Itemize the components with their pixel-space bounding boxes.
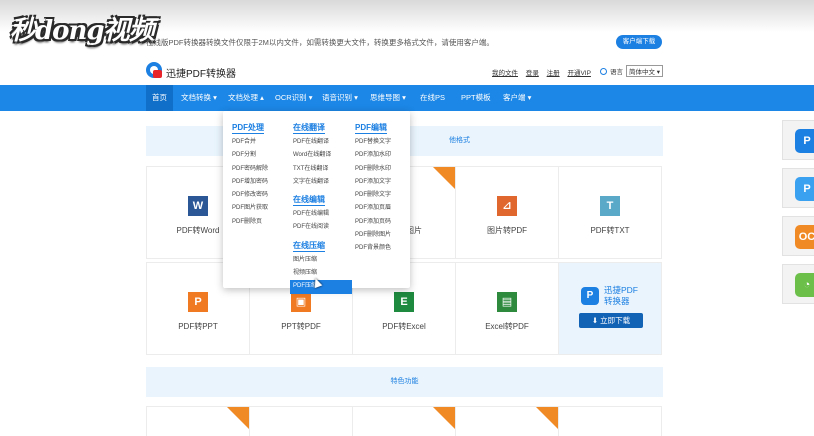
doc-process-dropdown: PDF处理 PDF合并 PDF分割 PDF密码解除 PDF增加密码 PDF修改密… bbox=[223, 111, 410, 294]
app-logo-icon: P bbox=[581, 287, 599, 305]
menu-item-pdf-extract-images[interactable]: PDF图片获取 bbox=[232, 202, 268, 215]
menu-item-pdf-read[interactable]: PDF在线阅读 bbox=[293, 221, 352, 234]
menu-item-pdf-edit[interactable]: PDF在线编辑 bbox=[293, 208, 352, 221]
promo-line-2: 转换器 bbox=[604, 296, 630, 306]
chat-icon: ◔ bbox=[795, 273, 814, 297]
tool-label: PDF转Excel bbox=[382, 322, 426, 331]
txt-icon: T bbox=[600, 196, 620, 216]
header-links: 我的文件 登录 注册 开通VIP bbox=[492, 67, 597, 77]
globe-icon bbox=[600, 67, 607, 75]
menu-item-pdf-background[interactable]: PDF背景颜色 bbox=[355, 242, 391, 255]
vip-link[interactable]: 开通VIP bbox=[567, 70, 590, 77]
ocr-icon: OC bbox=[795, 225, 814, 249]
side-pdf-app[interactable]: P bbox=[782, 120, 814, 160]
menu-item-pdf-add-password[interactable]: PDF增加密码 bbox=[232, 176, 268, 189]
menu-item-text-translate[interactable]: 文字在线翻译 bbox=[293, 176, 352, 189]
tool-label: 图片转PDF bbox=[487, 226, 527, 235]
menu-item-pdf-replace-text[interactable]: PDF替换文字 bbox=[355, 136, 391, 149]
video-watermark: 秒dong视频 bbox=[10, 16, 155, 46]
menu-item-txt-translate[interactable]: TXT在线翻译 bbox=[293, 163, 352, 176]
promo-title: 迅捷PDF 转换器 bbox=[604, 285, 638, 307]
main-nav bbox=[0, 85, 814, 111]
side-ocr-app[interactable]: OC bbox=[782, 216, 814, 256]
language-selector: 语言 简体中文 ▾ bbox=[600, 65, 664, 77]
nav-ppt-template[interactable]: PPT模板 bbox=[461, 85, 491, 111]
register-link[interactable]: 注册 bbox=[547, 70, 560, 77]
feature-cell[interactable] bbox=[146, 406, 250, 436]
menu-item-pdf-delete-pages[interactable]: PDF删除页 bbox=[232, 216, 268, 229]
dropdown-col-online: 在线翻译 PDF在线翻译 Word在线翻译 TXT在线翻译 文字在线翻译 在线编… bbox=[290, 117, 352, 294]
ppt-icon: P bbox=[188, 292, 208, 312]
tool-pdf-to-txt[interactable]: T PDF转TXT bbox=[558, 166, 662, 259]
pdf-app-icon: P bbox=[795, 129, 814, 153]
feature-cell[interactable] bbox=[352, 406, 456, 436]
tool-label: PDF转PPT bbox=[178, 322, 218, 331]
menu-item-pdf-split[interactable]: PDF分割 bbox=[232, 149, 268, 162]
client-promo-card: P 迅捷PDF 转换器 ⬇ 立即下载 bbox=[558, 262, 662, 355]
excel-icon: E bbox=[394, 292, 414, 312]
dropdown-heading: 在线压缩 bbox=[293, 240, 325, 252]
site-header bbox=[0, 55, 814, 85]
nav-client[interactable]: 客户端 ▾ bbox=[503, 85, 531, 111]
feature-cell[interactable] bbox=[558, 406, 662, 436]
site-logo-text[interactable]: 迅捷PDF转换器 bbox=[166, 65, 236, 80]
tool-image-to-pdf[interactable]: ⊿ 图片转PDF bbox=[455, 166, 559, 259]
nav-online-ps[interactable]: 在线PS bbox=[420, 85, 445, 111]
word-icon: W bbox=[188, 196, 208, 216]
dropdown-heading: 在线翻译 bbox=[293, 123, 325, 134]
menu-item-video-compress[interactable]: 视频压缩 bbox=[293, 267, 352, 280]
dropdown-col-pdf-process: PDF处理 PDF合并 PDF分割 PDF密码解除 PDF增加密码 PDF修改密… bbox=[232, 117, 268, 229]
language-label: 语言 bbox=[610, 69, 623, 76]
hot-badge bbox=[433, 407, 455, 429]
hot-badge bbox=[536, 407, 558, 429]
hot-badge bbox=[227, 407, 249, 429]
menu-item-pdf-delete-text[interactable]: PDF删除文字 bbox=[355, 189, 391, 202]
tool-label: Excel转PDF bbox=[485, 322, 529, 331]
nav-mindmap[interactable]: 思维导图 ▾ bbox=[370, 85, 406, 111]
download-now-button[interactable]: ⬇ 立即下载 bbox=[579, 313, 643, 328]
feature-cell[interactable] bbox=[249, 406, 353, 436]
banner-tail-text: 他格式 bbox=[449, 137, 470, 144]
pdf-icon: ⊿ bbox=[497, 196, 517, 216]
nav-home[interactable]: 首页 bbox=[146, 85, 173, 111]
promo-line-1: 迅捷PDF bbox=[604, 285, 639, 295]
menu-item-pdf-remove-watermark[interactable]: PDF删除水印 bbox=[355, 163, 391, 176]
menu-item-pdf-unlock[interactable]: PDF密码解除 bbox=[232, 163, 268, 176]
tool-excel-to-pdf[interactable]: ▤ Excel转PDF bbox=[455, 262, 559, 355]
nav-ocr[interactable]: OCR识别 ▾ bbox=[275, 85, 313, 111]
dropdown-heading: 在线编辑 bbox=[293, 195, 325, 207]
ppt-doc-icon: ▣ bbox=[291, 292, 311, 312]
feature-cell[interactable] bbox=[455, 406, 559, 436]
client-download-button[interactable]: 客户端下载 bbox=[616, 35, 662, 49]
dropdown-heading: PDF编辑 bbox=[355, 123, 387, 134]
logo-icon[interactable] bbox=[146, 62, 162, 78]
menu-item-image-compress[interactable]: 图片压缩 bbox=[293, 254, 352, 267]
menu-item-pdf-add-page-number[interactable]: PDF添加页码 bbox=[355, 216, 391, 229]
tool-label: PDF转TXT bbox=[590, 226, 630, 235]
hot-badge bbox=[433, 167, 455, 189]
menu-item-pdf-add-text[interactable]: PDF添加文字 bbox=[355, 176, 391, 189]
dropdown-col-pdf-edit: PDF编辑 PDF替换文字 PDF添加水印 PDF删除水印 PDF添加文字 PD… bbox=[355, 117, 391, 256]
nav-doc-convert[interactable]: 文档转换 ▾ bbox=[181, 85, 217, 111]
nav-speech[interactable]: 语音识别 ▾ bbox=[322, 85, 358, 111]
size-limit-notice: 在线版PDF转换器转换文件仅限于2M以内文件，如需转换更大文件，转换更多格式文件… bbox=[146, 38, 494, 47]
side-pdf-reader-app[interactable]: P bbox=[782, 168, 814, 208]
menu-item-word-translate[interactable]: Word在线翻译 bbox=[293, 149, 352, 162]
language-select[interactable]: 简体中文 ▾ bbox=[626, 65, 664, 77]
tool-label: PPT转PDF bbox=[281, 322, 321, 331]
side-chat-app[interactable]: ◔ bbox=[782, 264, 814, 304]
login-link[interactable]: 登录 bbox=[526, 70, 539, 77]
excel-doc-icon: ▤ bbox=[497, 292, 517, 312]
menu-item-pdf-merge[interactable]: PDF合并 bbox=[232, 136, 268, 149]
pdf-reader-icon: P bbox=[795, 177, 814, 201]
menu-item-pdf-translate[interactable]: PDF在线翻译 bbox=[293, 136, 352, 149]
features-banner: 特色功能 bbox=[146, 367, 663, 397]
menu-item-pdf-add-header[interactable]: PDF添加页眉 bbox=[355, 202, 391, 215]
nav-doc-process[interactable]: 文档处理 ▴ bbox=[228, 85, 264, 111]
menu-item-pdf-delete-image[interactable]: PDF删除图片 bbox=[355, 229, 391, 242]
dropdown-heading: PDF处理 bbox=[232, 123, 264, 134]
menu-item-pdf-add-watermark[interactable]: PDF添加水印 bbox=[355, 149, 391, 162]
my-files-link[interactable]: 我的文件 bbox=[492, 70, 518, 77]
menu-item-pdf-change-password[interactable]: PDF修改密码 bbox=[232, 189, 268, 202]
